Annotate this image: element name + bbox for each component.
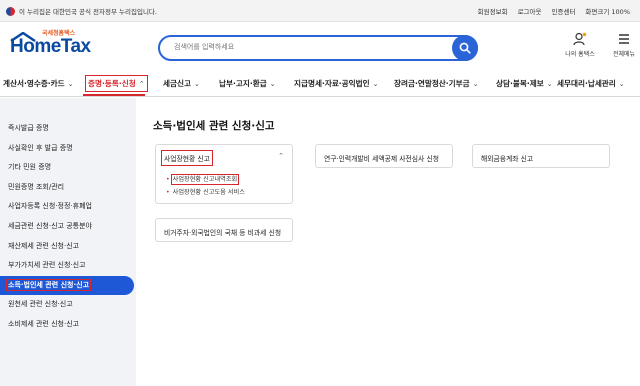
chevron-up-icon: ⌃ (138, 80, 145, 88)
all-menu-label: 전체메뉴 (612, 51, 636, 58)
gnb-incentive-yearend-donation[interactable]: 장려금·연말정산·기부금 ⌄ (394, 78, 479, 89)
search-icon (459, 42, 471, 54)
gnb-counsel-appeal-report[interactable]: 상담·불복·제보 ⌄ (496, 78, 553, 89)
sidebar-item-consumption-tax[interactable]: 소비제세 관련 신청·신고 (0, 315, 136, 335)
business-status-history-link[interactable]: • 사업장현황 신고내역조회 (166, 174, 240, 185)
gov-notice: 이 누리집은 대한민국 공식 전자정부 누리집입니다. (6, 6, 157, 16)
nonresident-bond-card[interactable]: 비거주자·외국법인의 국채 등 비과세 신청 (155, 218, 293, 242)
cert-center-link[interactable]: 인증센터 (552, 6, 576, 16)
header: 국세청홈택스 HomeTax 나의 홈택스 전체메뉴 (0, 22, 640, 70)
sidebar-item-property-tax[interactable]: 재산제세 관련 신청·신고 (0, 237, 136, 257)
chevron-down-icon: ⌄ (546, 80, 553, 88)
gov-notice-bar: 이 누리집은 대한민국 공식 전자정부 누리집입니다. 회원정보회 로그아웃 인… (0, 0, 640, 22)
business-status-help-link[interactable]: • 사업장현황 신고도움 서비스 (166, 187, 245, 196)
member-info-link[interactable]: 회원정보회 (478, 6, 508, 16)
overseas-account-title: 해외금융계좌 신고 (481, 155, 534, 163)
gnb-tax-agent[interactable]: 세무대리·납세관리 ⌄ (557, 78, 625, 89)
bullet-icon: • (166, 176, 170, 183)
chevron-down-icon: ⌄ (618, 80, 625, 88)
search-box (158, 35, 478, 61)
main-content: 소득·법인세 관련 신청·신고 사업장현황 신고 ⌃ • 사업장현황 신고내역조회… (136, 98, 640, 386)
gnb-certificate-register-apply[interactable]: 증명·등록·신청 ⌃ (85, 75, 148, 92)
my-hometax-label: 나의 홈택스 (565, 51, 595, 58)
search-input[interactable] (174, 43, 444, 51)
gnb-tax-return[interactable]: 세금신고 ⌄ (163, 78, 200, 89)
chevron-down-icon: ⌄ (67, 80, 74, 88)
chevron-up-icon[interactable]: ⌃ (278, 152, 284, 160)
chevron-down-icon: ⌄ (372, 80, 379, 88)
sidebar-item-label: 소득·법인세 관련 신청·신고 (5, 278, 92, 291)
logout-link[interactable]: 로그아웃 (518, 6, 542, 16)
chevron-down-icon: ⌄ (193, 80, 200, 88)
sidebar-item-instant-certificate[interactable]: 즉시발급 증명 (0, 119, 136, 139)
sidebar: 즉시발급 증명 사실확인 후 발급 증명 기타 민원 증명 민원증명 조회/관리… (0, 98, 136, 386)
overseas-account-card[interactable]: 해외금융계좌 신고 (472, 144, 610, 168)
sidebar-item-fact-check-certificate[interactable]: 사실확인 후 발급 증명 (0, 139, 136, 159)
gnb-payment-notice-refund[interactable]: 납부·고지·환급 ⌄ (219, 78, 276, 89)
gnb-invoice-receipt-card[interactable]: 계산서·영수증·카드 ⌄ (3, 78, 74, 89)
chevron-down-icon: ⌄ (472, 80, 479, 88)
chevron-down-icon: ⌄ (269, 80, 276, 88)
gnb-payment-statement[interactable]: 지급명세·자료·공익법인 ⌄ (294, 78, 379, 89)
business-status-card: 사업장현황 신고 ⌃ • 사업장현황 신고내역조회 • 사업장현황 신고도움 서비스 (155, 144, 293, 204)
sidebar-item-withholding-tax[interactable]: 원천세 관련 신청·신고 (0, 295, 136, 315)
my-hometax-button[interactable]: 나의 홈택스 (560, 32, 600, 58)
hometax-logo[interactable]: 국세청홈택스 HomeTax (8, 26, 128, 64)
rnd-credit-title: 연구·인력개발비 세액공제 사전심사 신청 (324, 155, 439, 163)
business-status-title[interactable]: 사업장현황 신고 (161, 150, 213, 166)
sidebar-item-income-corporate-tax[interactable]: 소득·법인세 관련 신청·신고 (0, 275, 134, 296)
zoom-control[interactable]: 화면크기 100% (585, 6, 630, 16)
gov-notice-text: 이 누리집은 대한민국 공식 전자정부 누리집입니다. (19, 8, 157, 16)
sidebar-item-common-tax[interactable]: 세금관련 신청·신고 공통분야 (0, 217, 136, 237)
bullet-icon: • (166, 189, 170, 196)
sidebar-item-vat[interactable]: 부가가치세 관련 신청·신고 (0, 256, 136, 276)
sidebar-item-certificate-manage[interactable]: 민원증명 조회/관리 (0, 178, 136, 198)
all-menu-button[interactable]: 전체메뉴 (604, 32, 640, 58)
utility-links: 회원정보회 로그아웃 인증센터 화면크기 100% (478, 6, 630, 16)
page-title: 소득·법인세 관련 신청·신고 (153, 120, 275, 132)
rnd-credit-card[interactable]: 연구·인력개발비 세액공제 사전심사 신청 (315, 144, 453, 168)
sidebar-item-business-registration[interactable]: 사업자등록 신청·정정·휴폐업 (0, 197, 136, 217)
user-icon (573, 32, 587, 46)
hamburger-icon (619, 34, 629, 44)
search-button[interactable] (452, 35, 478, 61)
global-nav: 계산서·영수증·카드 ⌄ 증명·등록·신청 ⌃ 세금신고 ⌄ 납부·고지·환급 ⌄ 지급… (0, 70, 640, 97)
nonresident-bond-title: 비거주자·외국법인의 국채 등 비과세 신청 (164, 229, 282, 237)
taegeuk-flag-icon (6, 6, 15, 16)
active-menu-underline (83, 94, 145, 96)
logo-title: HomeTax (10, 36, 91, 57)
sidebar-item-other-certificate[interactable]: 기타 민원 증명 (0, 158, 136, 178)
